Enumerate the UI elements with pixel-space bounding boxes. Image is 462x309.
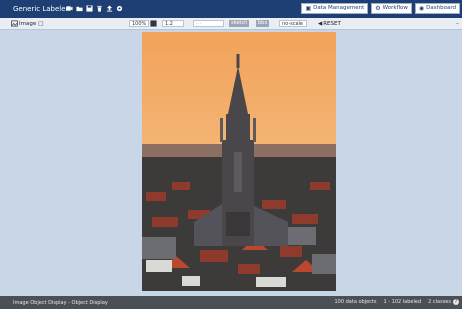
workflow-button[interactable]: ⚙ Workflow <box>371 3 412 14</box>
class-count-group: 2 classes? <box>428 299 459 305</box>
help-icon[interactable]: ? <box>453 299 459 305</box>
upload-icon[interactable] <box>106 5 113 12</box>
image-menu-label: Image <box>19 20 37 27</box>
annotated-image[interactable] <box>142 32 336 291</box>
save-icon[interactable] <box>86 5 93 12</box>
image-menu[interactable]: Image □ <box>11 20 43 27</box>
dashboard-button[interactable]: ◉ Dashboard <box>414 3 460 14</box>
reset-button[interactable]: ◀ RESET <box>318 20 341 27</box>
top-icon-group <box>66 5 123 12</box>
opacity-field[interactable]: - - <box>193 20 224 27</box>
cathedral-tower-photo <box>142 32 336 291</box>
folder-icon[interactable] <box>76 5 83 12</box>
object-count: 100 data objects <box>334 299 377 305</box>
dashboard-icon: ◉ <box>418 5 425 12</box>
class-count: 2 classes <box>428 299 451 305</box>
data-management-label: Data Management <box>313 5 365 11</box>
data-management-button[interactable]: ▣ Data Management <box>301 3 369 14</box>
zoom-select[interactable]: 100% <box>129 20 149 27</box>
app-title: Generic Labeler <box>13 5 69 13</box>
sketch-chip[interactable]: sketch <box>229 20 250 27</box>
color-swatch-icon[interactable] <box>150 20 157 27</box>
video-icon[interactable] <box>66 5 73 12</box>
labeled-count: 1 - 102 labeled <box>383 299 422 305</box>
expand-icon: □ <box>38 20 44 27</box>
zoom-value-field[interactable]: 1.2 <box>162 20 184 27</box>
image-icon <box>11 20 18 27</box>
bbx-chip[interactable]: bbx <box>256 20 270 27</box>
reset-label: RESET <box>323 20 341 27</box>
reset-icon: ◀ <box>318 20 323 27</box>
status-right: 100 data objects 1 - 102 labeled 2 class… <box>334 299 459 305</box>
top-bar: Generic Labeler ▣ Data Management ⚙ Work… <box>0 0 462 18</box>
gear-icon: ⚙ <box>375 5 381 12</box>
status-left: Image Object Display - Object Display <box>13 300 108 306</box>
collapse-icon[interactable]: – <box>456 20 459 27</box>
settings-icon[interactable] <box>116 5 123 12</box>
workflow-label: Workflow <box>382 5 408 11</box>
annotation-toolbar: Image □ 100% 1.2 - - sketch bbx no-scale… <box>0 18 462 30</box>
dashboard-label: Dashboard <box>426 5 456 11</box>
status-bar: Image Object Display - Object Display 10… <box>0 296 462 309</box>
resize-select[interactable]: no-scale <box>279 20 307 27</box>
trash-icon[interactable] <box>96 5 103 12</box>
database-icon: ▣ <box>305 5 312 12</box>
top-nav: ▣ Data Management ⚙ Workflow ◉ Dashboard <box>301 3 460 14</box>
